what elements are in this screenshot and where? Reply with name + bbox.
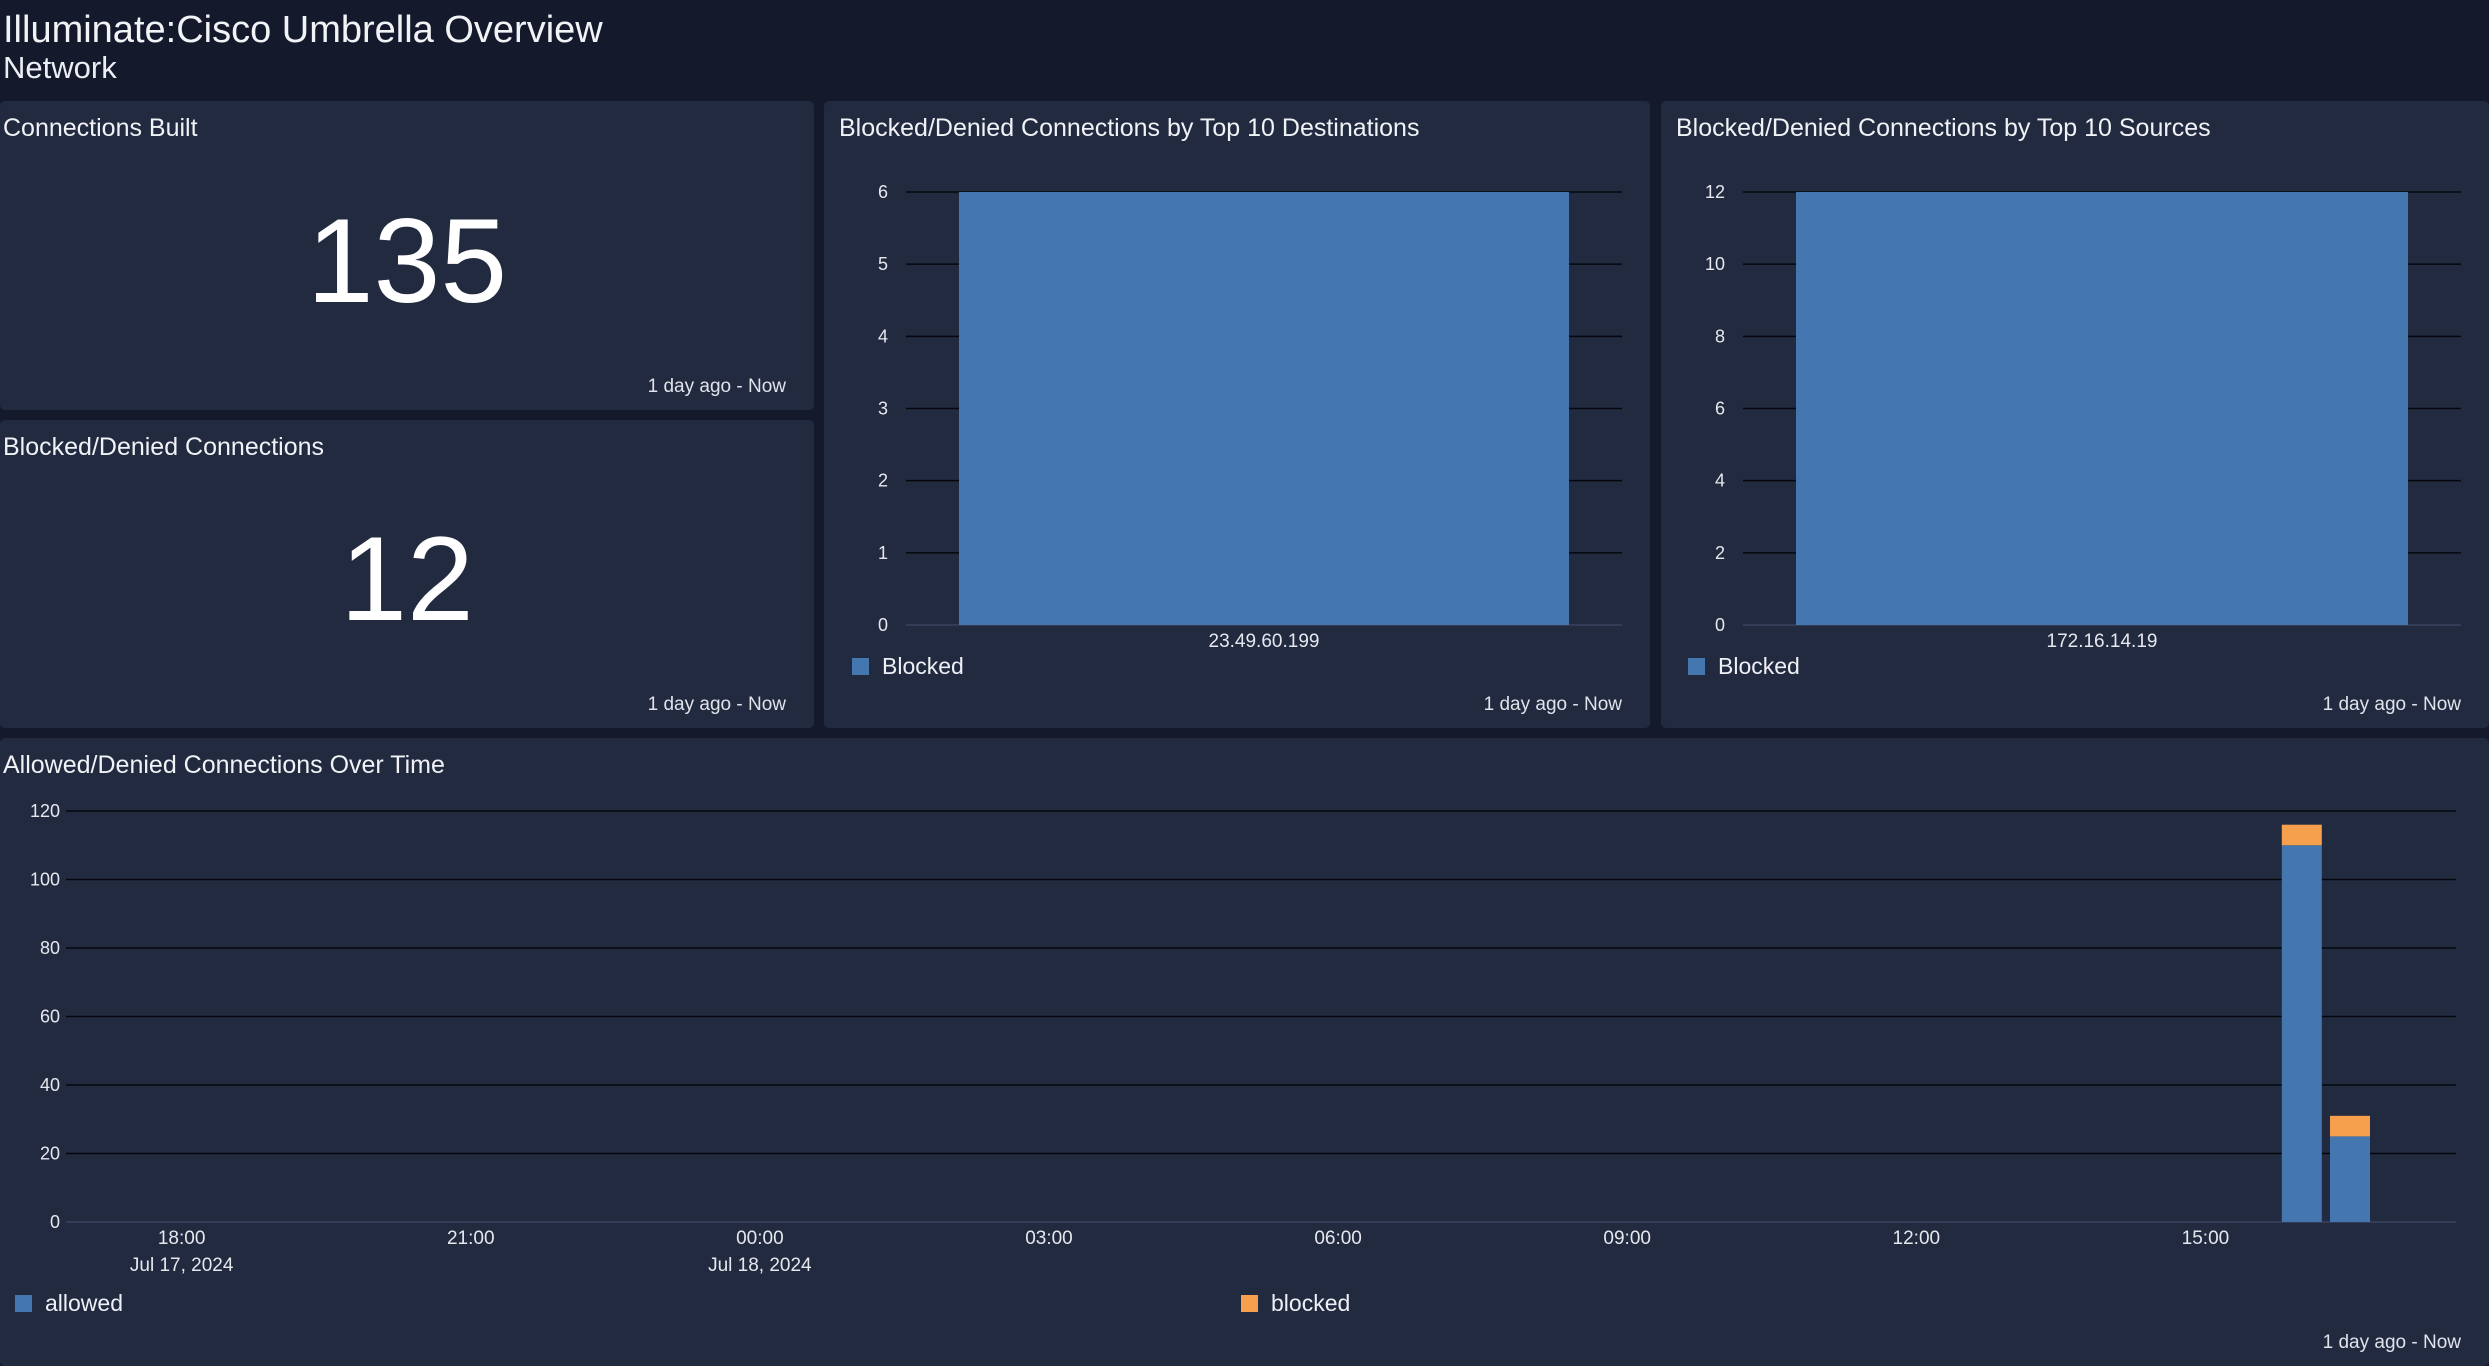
top-destinations-panel: Blocked/Denied Connections by Top 10 Des… — [824, 101, 1650, 728]
connections-over-time-panel: Allowed/Denied Connections Over Time 0 20… — [0, 738, 2489, 1366]
connections-built-panel: Connections Built 135 1 day ago - Now — [0, 101, 814, 410]
y-tick-label: 60 — [40, 1007, 60, 1027]
dashboard-subtitle: Network — [3, 50, 117, 85]
bar-blocked — [2329, 1115, 2370, 1137]
legend-blocked[interactable]: blocked — [1241, 1290, 1350, 1317]
y-tick-label: 3 — [878, 399, 888, 419]
panel-title: Connections Built — [3, 114, 198, 142]
x-tick-label: 06:00 — [1314, 1228, 1362, 1249]
dashboard-title: Illuminate:Cisco Umbrella Overview — [3, 9, 603, 51]
legend-label: blocked — [1271, 1290, 1351, 1316]
legend-blocked[interactable]: Blocked — [852, 653, 964, 680]
x-tick-label: 15:00 — [2182, 1228, 2230, 1249]
x-date-label: Jul 18, 2024 — [708, 1255, 812, 1276]
legend-swatch — [1688, 658, 1705, 675]
y-tick-label: 0 — [50, 1212, 60, 1232]
legend-allowed[interactable]: allowed — [15, 1290, 123, 1317]
blocked-denied-value: 12 — [340, 512, 474, 646]
y-tick-label: 4 — [878, 326, 888, 346]
legend-swatch — [15, 1295, 32, 1312]
legend-label: allowed — [45, 1290, 123, 1316]
bar-blocked — [2281, 824, 2322, 846]
x-tick-label: 18:00 — [158, 1228, 206, 1249]
time-range-label[interactable]: 1 day ago - Now — [2323, 1332, 2461, 1354]
y-tick-label: 4 — [1715, 471, 1725, 491]
x-tick-label: 03:00 — [1025, 1228, 1073, 1249]
y-tick-label: 2 — [878, 471, 888, 491]
connections-built-value: 135 — [306, 194, 508, 328]
top-sources-chart: 0 2 4 6 8 10 12 172.16.14.19 — [1705, 182, 2461, 652]
bar-allowed — [2281, 845, 2322, 1222]
y-tick-label: 20 — [40, 1144, 60, 1164]
y-tick-label: 0 — [1715, 615, 1725, 635]
dashboard-header: Illuminate:Cisco Umbrella Overview Netwo… — [0, 0, 2489, 100]
top-destinations-chart: 0 1 2 3 4 5 6 23.49.60.199 — [878, 182, 1622, 652]
bar — [1796, 192, 2408, 625]
bar — [959, 192, 1569, 625]
bar-allowed — [2329, 1136, 2370, 1222]
blocked-denied-panel: Blocked/Denied Connections 12 1 day ago … — [0, 420, 814, 728]
legend-label: Blocked — [882, 653, 964, 679]
y-tick-label: 8 — [1715, 326, 1725, 346]
time-range-label[interactable]: 1 day ago - Now — [2323, 694, 2461, 716]
y-tick-label: 0 — [878, 615, 888, 635]
y-tick-label: 12 — [1705, 182, 1725, 202]
legend-blocked[interactable]: Blocked — [1688, 653, 1800, 680]
legend-swatch — [1241, 1295, 1258, 1312]
x-tick-label: 21:00 — [447, 1228, 495, 1249]
x-tick-label: 23.49.60.199 — [1209, 631, 1320, 652]
time-range-label[interactable]: 1 day ago - Now — [648, 376, 786, 398]
y-tick-label: 6 — [878, 182, 888, 202]
x-date-label: Jul 17, 2024 — [130, 1255, 234, 1276]
top-sources-panel: Blocked/Denied Connections by Top 10 Sou… — [1661, 101, 2489, 728]
y-tick-label: 1 — [878, 543, 888, 563]
x-tick-label: 172.16.14.19 — [2047, 631, 2158, 652]
connections-over-time-chart: 0 20 40 60 80 100 120 18:00 Jul 17, 2024 21:00 00:… — [30, 801, 2456, 1276]
y-tick-label: 6 — [1715, 399, 1725, 419]
y-tick-label: 5 — [878, 254, 888, 274]
x-tick-label: 09:00 — [1603, 1228, 1651, 1249]
y-tick-label: 80 — [40, 938, 60, 958]
panel-title: Blocked/Denied Connections by Top 10 Sou… — [1676, 114, 2211, 142]
y-tick-label: 120 — [30, 801, 60, 821]
legend-label: Blocked — [1718, 653, 1800, 679]
y-tick-label: 40 — [40, 1075, 60, 1095]
y-tick-label: 2 — [1715, 543, 1725, 563]
y-tick-label: 10 — [1705, 254, 1725, 274]
panel-title: Blocked/Denied Connections by Top 10 Des… — [839, 114, 1420, 142]
x-tick-label: 00:00 — [736, 1228, 784, 1249]
time-range-label[interactable]: 1 day ago - Now — [648, 694, 786, 716]
y-tick-label: 100 — [30, 870, 60, 890]
panel-title: Allowed/Denied Connections Over Time — [3, 751, 445, 779]
legend-swatch — [852, 658, 869, 675]
time-range-label[interactable]: 1 day ago - Now — [1484, 694, 1622, 716]
panel-title: Blocked/Denied Connections — [3, 433, 325, 461]
x-tick-label: 12:00 — [1893, 1228, 1941, 1249]
